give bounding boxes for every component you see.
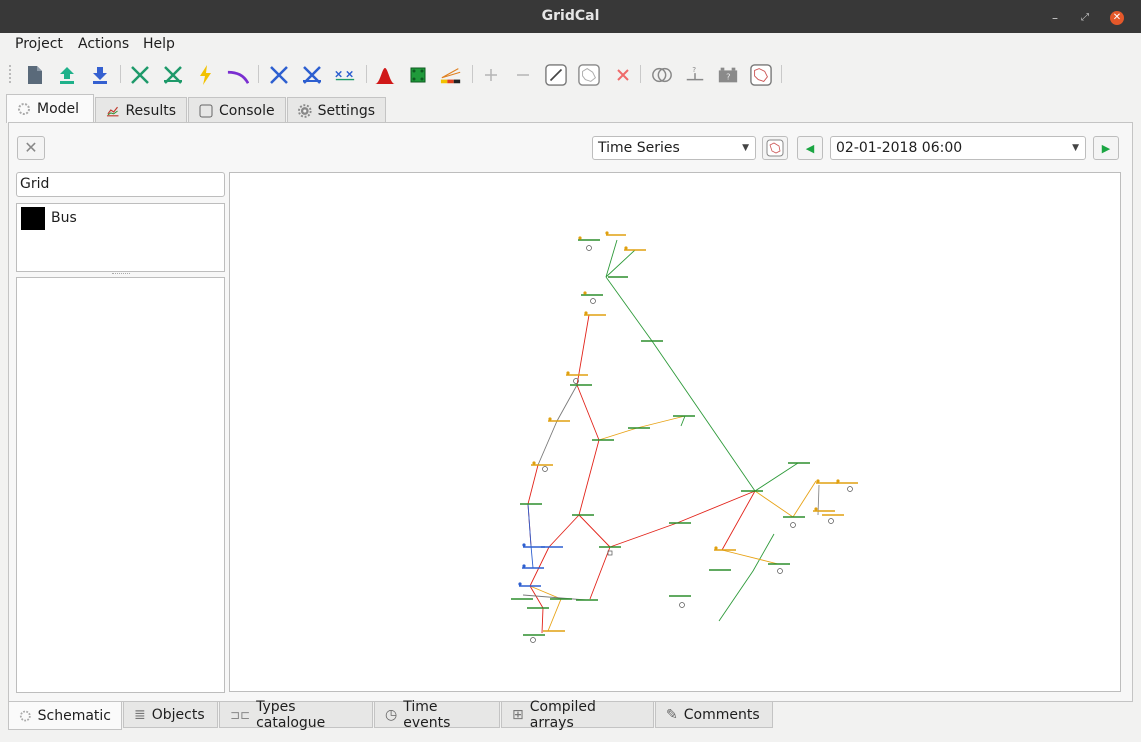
grid-name-input[interactable]: Grid [16,172,225,197]
time-series-power-flow-icon[interactable] [268,64,290,86]
tab-results[interactable]: Results [95,97,187,124]
tab-schematic[interactable]: Schematic [8,702,122,730]
menu-help[interactable]: Help [143,36,175,52]
datetime-value: 02-01-2018 06:00 [836,140,963,156]
chevron-down-icon: ▼ [1072,143,1079,153]
close-window-button[interactable]: ✕ [1110,11,1124,25]
delete-icon[interactable] [612,64,634,86]
svg-text:?: ? [692,65,696,74]
menu-actions[interactable]: Actions [78,36,129,52]
grid-map-icon [766,139,784,157]
simulation-mode-value: Time Series [598,140,680,156]
tab-comments-label: Comments [683,706,760,723]
clock-icon: ◷ [385,706,398,723]
unknown-element-icon[interactable]: ? [684,64,706,86]
tab-model[interactable]: Model [6,94,94,123]
tab-model-label: Model [37,101,80,117]
results-chart-icon [106,106,119,117]
tab-types-catalogue[interactable]: ⊐⊏ Types catalogue [219,698,373,731]
list-icon: ≣ [134,706,146,723]
voltage-collapse-icon[interactable] [227,64,249,86]
datetime-select[interactable]: 02-01-2018 06:00 ▼ [830,136,1086,160]
chevron-down-icon: ▼ [742,143,749,153]
clear-selection-button[interactable]: ✕ [17,136,45,160]
previous-time-button[interactable]: ◀ [797,136,823,160]
tab-time-events-label: Time events [403,698,451,731]
bus-color-swatch [21,207,45,230]
time-series-opf-icon[interactable] [301,64,323,86]
tab-objects-label: Objects [151,706,205,723]
save-file-icon[interactable] [89,64,111,86]
tab-objects[interactable]: ≣ Objects [123,702,218,728]
bottom-tab-bar: Schematic ≣ Objects ⊐⊏ Types catalogue ◷… [8,698,1133,731]
tab-compiled-arrays-label: Compiled arrays [529,698,596,731]
triangle-right-icon: ▶ [1101,141,1111,155]
properties-panel[interactable] [16,277,225,693]
grid-reduction-icon[interactable] [750,64,772,86]
schematic-gear-icon [19,710,31,721]
console-icon [199,104,213,118]
contingency-icon[interactable] [651,64,673,86]
menu-project[interactable]: Project [15,36,63,52]
settings-gear-icon [298,104,312,118]
triangle-left-icon: ◀ [805,141,815,155]
tab-types-catalogue-label: Types catalogue [256,698,326,731]
toolbar-grip [9,65,14,83]
grid-map-icon[interactable] [578,64,600,86]
tab-console-label: Console [219,103,275,119]
tab-results-label: Results [125,103,176,119]
battery-icon[interactable]: ? [717,64,739,86]
tab-compiled-arrays[interactable]: ⊞ Compiled arrays [501,698,654,731]
svg-text:?: ? [726,72,730,82]
tab-console[interactable]: Console [188,97,286,124]
table-icon: ⊞ [512,706,524,723]
minimize-button[interactable]: – [1048,11,1062,25]
line-tool-icon[interactable] [545,64,567,86]
short-circuit-icon[interactable] [195,64,217,86]
tab-schematic-label: Schematic [37,707,111,724]
legend-item-bus: Bus [51,210,77,226]
tab-settings-label: Settings [317,103,375,119]
toolbar: ? ? [0,55,1141,93]
add-icon[interactable] [480,64,502,86]
model-gear-icon [18,103,30,115]
remove-icon[interactable] [512,64,534,86]
tab-time-events[interactable]: ◷ Time events [374,698,500,731]
color-grid-icon[interactable] [440,64,462,86]
tab-settings[interactable]: Settings [287,97,386,124]
stochastic-icon[interactable] [374,64,396,86]
power-flow-icon[interactable] [129,64,151,86]
title-bar: GridCal – ⤢ ✕ [0,0,1141,33]
clustering-icon[interactable] [407,64,429,86]
pencil-icon: ✎ [666,706,678,723]
simulation-mode-select[interactable]: Time Series ▼ [592,136,756,160]
tab-comments[interactable]: ✎ Comments [655,702,773,728]
atc-icon[interactable] [334,64,356,86]
new-file-icon[interactable] [24,64,46,86]
book-icon: ⊐⊏ [230,707,251,722]
grid-view-button[interactable] [762,136,788,160]
schematic-canvas[interactable] [229,172,1121,692]
next-time-button[interactable]: ▶ [1093,136,1119,160]
open-file-icon[interactable] [56,64,78,86]
menu-bar: Project Actions Help [0,33,1141,55]
maximize-button[interactable]: ⤢ [1078,11,1092,25]
grid-schematic[interactable] [230,173,1120,691]
legend-list[interactable]: Bus [16,203,225,272]
window-title: GridCal [541,8,600,24]
optimal-power-flow-icon[interactable] [162,64,184,86]
